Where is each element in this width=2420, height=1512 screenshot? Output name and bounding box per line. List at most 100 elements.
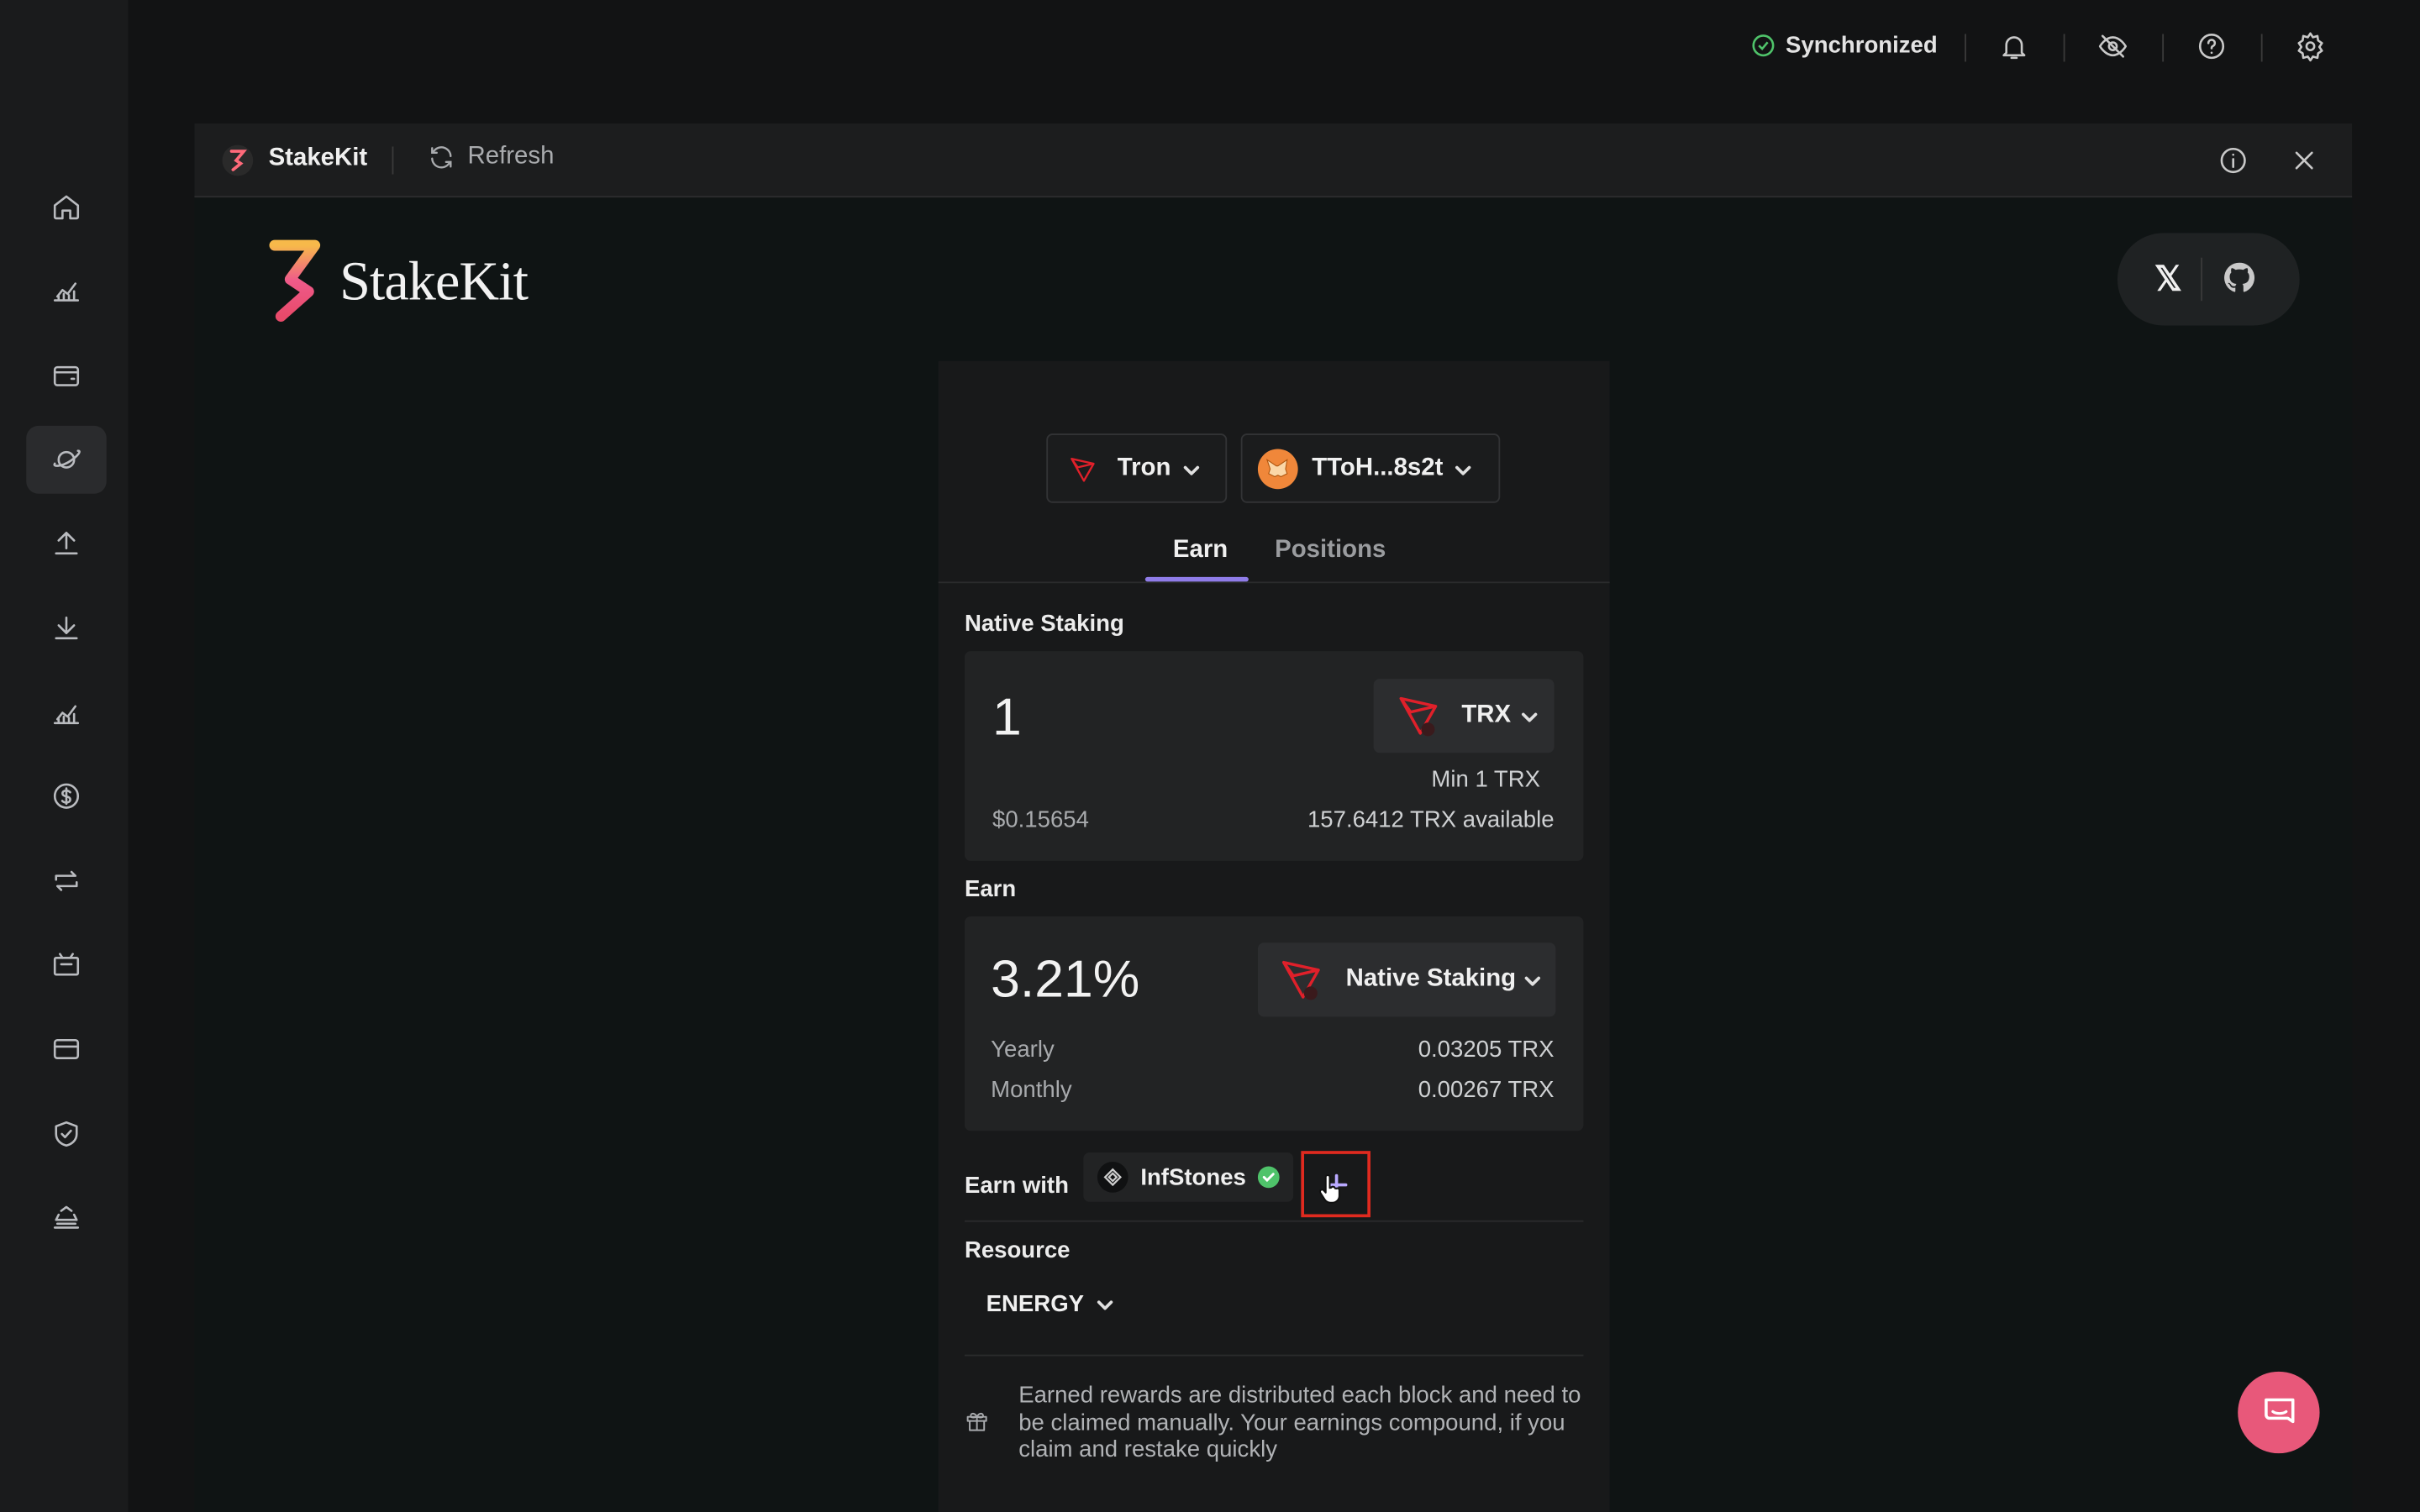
swap-icon xyxy=(55,870,78,891)
chat-icon xyxy=(2264,1397,2294,1423)
rewards-note: Earned rewards are distributed each bloc… xyxy=(1018,1382,1581,1463)
help-circle-icon xyxy=(2198,34,2225,60)
planet-icon xyxy=(53,449,81,469)
stakekit-logo-icon xyxy=(269,239,321,322)
check-circle-icon xyxy=(1752,34,1775,57)
tron-icon xyxy=(1281,960,1320,1000)
stake-section-label: Native Staking xyxy=(964,611,1124,638)
sync-status-label: Synchronized xyxy=(1786,32,1938,59)
help-button[interactable] xyxy=(2196,31,2230,65)
refresh-button[interactable]: Refresh xyxy=(428,143,555,171)
gift-icon xyxy=(965,1409,989,1441)
earn-with-label: Earn with xyxy=(964,1172,1069,1200)
chart-icon xyxy=(53,282,80,302)
stake-amount-input[interactable]: 1 xyxy=(992,688,1022,748)
metamask-icon xyxy=(1257,449,1298,490)
divider xyxy=(2063,34,2065,62)
support-chat-button[interactable] xyxy=(2238,1371,2320,1454)
available-balance[interactable]: 157.6412 TRX available xyxy=(1307,807,1555,833)
yield-type-selector[interactable]: Native Staking xyxy=(1257,942,1556,1017)
add-validator-button[interactable] xyxy=(1301,1151,1370,1218)
sidebar-item-market[interactable] xyxy=(26,256,107,324)
x-icon[interactable]: 𝕏 xyxy=(2154,260,2182,300)
validator-chip[interactable]: InfStones xyxy=(1083,1152,1294,1202)
resource-value: ENERGY xyxy=(986,1291,1085,1318)
privacy-toggle-button[interactable] xyxy=(2097,31,2131,65)
sidebar-item-discover[interactable] xyxy=(26,425,107,494)
brand-name: StakeKit xyxy=(339,249,529,312)
window-header: StakeKit Refresh xyxy=(194,123,2353,198)
tab-earn[interactable]: Earn xyxy=(1173,537,1228,564)
home-icon xyxy=(53,195,80,220)
sidebar-item-receive[interactable] xyxy=(26,594,107,662)
active-tab-indicator xyxy=(1144,576,1249,582)
divider xyxy=(2201,257,2202,302)
verified-badge-icon xyxy=(1258,1166,1281,1189)
refresh-label: Refresh xyxy=(467,143,555,171)
settings-button[interactable] xyxy=(2295,31,2328,65)
infstones-icon xyxy=(1097,1162,1128,1193)
sidebar-item-home[interactable] xyxy=(26,173,107,241)
window-title: StakeKit xyxy=(268,144,368,171)
sidebar-item-swap[interactable] xyxy=(26,847,107,915)
eye-off-icon xyxy=(2098,34,2128,58)
sync-status[interactable]: Synchronized xyxy=(1750,33,1938,59)
download-icon xyxy=(55,616,78,640)
network-label: Tron xyxy=(1117,454,1171,482)
info-button[interactable] xyxy=(2217,145,2249,184)
sidebar-item-nft[interactable] xyxy=(26,931,107,999)
notifications-button[interactable] xyxy=(1999,31,2033,65)
monthly-value: 0.00267 TRX xyxy=(1418,1077,1555,1104)
dollar-circle-icon xyxy=(53,783,80,809)
yearly-value: 0.03205 TRX xyxy=(1418,1037,1555,1063)
wallet-address: TToH...8s2t xyxy=(1312,454,1444,482)
bank-icon xyxy=(53,1205,80,1229)
card-icon xyxy=(53,1038,80,1059)
tabs: Earn Positions xyxy=(938,533,1610,584)
top-bar xyxy=(128,0,2419,99)
resource-label: Resource xyxy=(964,1237,1071,1264)
gear-icon xyxy=(2297,32,2323,62)
sidebar-item-wallet[interactable] xyxy=(26,341,107,409)
stakekit-window: StakeKit Refresh StakeKit 𝕏 Tron TToH...… xyxy=(194,123,2353,1512)
chevron-down-icon xyxy=(1521,712,1538,722)
chevron-down-icon xyxy=(1097,1299,1113,1310)
chevron-down-icon xyxy=(1524,976,1541,986)
divider xyxy=(964,1354,1584,1357)
close-button[interactable] xyxy=(2289,145,2320,184)
bell-icon xyxy=(2002,36,2026,60)
divider xyxy=(2260,34,2263,62)
min-stake-note: Min 1 TRX xyxy=(1431,766,1541,794)
sidebar-item-earn[interactable] xyxy=(26,762,107,830)
yearly-label: Yearly xyxy=(991,1037,1055,1063)
social-links: 𝕏 xyxy=(2117,233,2300,326)
validator-name: InfStones xyxy=(1140,1163,1246,1191)
brand: StakeKit xyxy=(269,239,529,323)
sidebar-item-analytics[interactable] xyxy=(26,679,107,747)
network-selector[interactable]: Tron xyxy=(1046,433,1228,503)
sidebar-item-send[interactable] xyxy=(26,509,107,577)
sidebar-item-bank[interactable] xyxy=(26,1184,107,1252)
staking-widget: Tron TToH...8s2t Earn Positions Native S… xyxy=(938,360,1610,1512)
upload-icon xyxy=(55,531,78,555)
sidebar xyxy=(0,0,129,1512)
resource-selector[interactable]: ENERGY xyxy=(986,1291,1115,1318)
close-icon xyxy=(2295,151,2313,170)
gallery-icon xyxy=(53,953,80,976)
chart-icon xyxy=(53,705,80,725)
earn-with-row: Earn with InfStones xyxy=(964,1151,1584,1222)
token-label: TRX xyxy=(1461,701,1512,728)
github-button[interactable] xyxy=(2219,258,2260,306)
token-selector[interactable]: TRX xyxy=(1373,679,1555,753)
github-icon xyxy=(2224,262,2255,292)
wallet-selector[interactable]: TToH...8s2t xyxy=(1240,433,1501,503)
tab-positions[interactable]: Positions xyxy=(1275,537,1386,564)
yield-type-label: Native Staking xyxy=(1345,965,1517,992)
sidebar-item-card[interactable] xyxy=(26,1016,107,1084)
sidebar-item-security[interactable] xyxy=(26,1100,107,1168)
monthly-label: Monthly xyxy=(991,1077,1072,1104)
shield-check-icon xyxy=(55,1121,78,1147)
stake-amount-box: 1 TRX Min 1 TRX $0.15654 157.6412 TRX av… xyxy=(964,651,1584,861)
divider xyxy=(2162,34,2165,62)
chevron-down-icon xyxy=(1183,465,1200,475)
